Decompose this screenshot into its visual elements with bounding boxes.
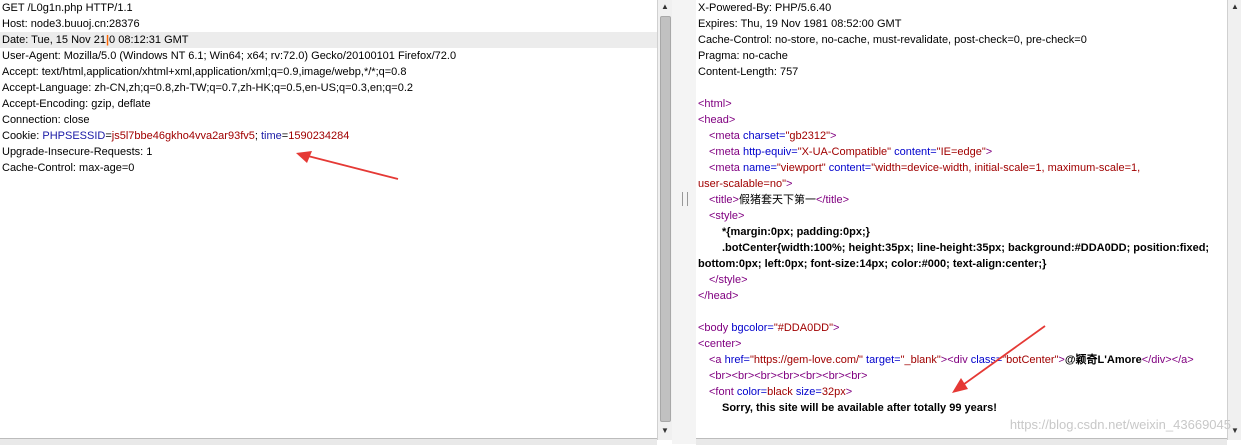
css-botcenter-rule: .botCenter{width:100%; height:35px; line… xyxy=(722,242,1210,254)
center-open-tag: <center> xyxy=(698,338,742,350)
cache-control-header[interactable]: Cache-Control: max-age=0 xyxy=(0,160,657,176)
content-length-header: Content-Length: 757 xyxy=(698,66,799,78)
head-close-tag: </head> xyxy=(698,290,739,302)
anchor-line: <a href="https://gem-love.com/" target="… xyxy=(709,354,1194,366)
x-powered-by-header: X-Powered-By: PHP/5.6.40 xyxy=(698,2,832,14)
css-botcenter-continuation: bottom:0px; left:0px; font-size:14px; co… xyxy=(698,258,1047,270)
title-line: <title>假猪套天下第一</title> xyxy=(709,194,849,206)
html-open-tag: <html> xyxy=(698,98,732,110)
cookie-name-phpsessid: PHPSESSID xyxy=(42,130,106,142)
head-open-tag: <head> xyxy=(698,114,736,126)
request-scrollbar[interactable]: ▲ ▼ xyxy=(657,0,672,440)
watermark: https://blog.csdn.net/weixin_43669045 xyxy=(1009,417,1231,432)
user-agent-header[interactable]: User-Agent: Mozilla/5.0 (Windows NT 6.1;… xyxy=(0,48,657,64)
font-open-line: <font color=black size=32px> xyxy=(709,386,853,398)
meta-viewport-continuation: user-scalable=no"> xyxy=(698,178,793,190)
meta-charset-line: <meta charset="gb2312"> xyxy=(709,130,837,142)
cookie-value-time: 1590234284 xyxy=(288,130,350,142)
date-header[interactable]: Date: Tue, 15 Nov 21|0 08:12:31 GMT xyxy=(0,32,657,48)
response-viewer[interactable]: X-Powered-By: PHP/5.6.40 Expires: Thu, 1… xyxy=(696,0,1241,444)
host-header[interactable]: Host: node3.buuoj.cn:28376 xyxy=(0,16,657,32)
accept-header[interactable]: Accept: text/html,application/xhtml+xml,… xyxy=(0,64,657,80)
css-reset-rule: *{margin:0px; padding:0px;} xyxy=(722,226,870,238)
pragma-header: Pragma: no-cache xyxy=(698,50,788,62)
expires-header: Expires: Thu, 19 Nov 1981 08:52:00 GMT xyxy=(698,18,902,30)
connection-header[interactable]: Connection: close xyxy=(0,112,657,128)
style-open-tag: <style> xyxy=(709,210,745,222)
style-close-tag: </style> xyxy=(709,274,748,286)
pane-splitter[interactable] xyxy=(672,0,696,444)
cookie-value-phpsessid: js5l7bbe46gkho4vva2ar93fv5 xyxy=(111,130,255,142)
meta-viewport-line: <meta name="viewport" content="width=dev… xyxy=(709,162,1141,174)
sorry-message: Sorry, this site will be available after… xyxy=(722,402,997,414)
cookie-name-time: time xyxy=(261,130,282,142)
br-tags: <br><br><br><br><br><br><br> xyxy=(709,370,868,382)
scroll-thumb[interactable] xyxy=(660,16,671,422)
accept-language-header[interactable]: Accept-Language: zh-CN,zh;q=0.8,zh-TW;q=… xyxy=(0,80,657,96)
scroll-up-icon[interactable]: ▲ xyxy=(1228,0,1241,14)
cookie-header[interactable]: Cookie: PHPSESSID=js5l7bbe46gkho4vva2ar9… xyxy=(0,128,657,144)
page-title: 假猪套天下第一 xyxy=(738,194,816,206)
splitter-grip-icon[interactable] xyxy=(682,192,688,206)
upgrade-insecure-header[interactable]: Upgrade-Insecure-Requests: 1 xyxy=(0,144,657,160)
meta-equiv-line: <meta http-equiv="X-UA-Compatible" conte… xyxy=(709,146,993,158)
cache-control-header: Cache-Control: no-store, no-cache, must-… xyxy=(698,34,1087,46)
response-scrollbar[interactable]: ▲ ▼ xyxy=(1227,0,1241,440)
body-open-line: <body bgcolor="#DDA0DD"> xyxy=(698,322,840,334)
request-line[interactable]: GET /L0g1n.php HTTP/1.1 xyxy=(0,0,657,16)
author-link-text: @颖奇L'Amore xyxy=(1064,354,1142,366)
accept-encoding-header[interactable]: Accept-Encoding: gzip, deflate xyxy=(0,96,657,112)
request-editor[interactable]: GET /L0g1n.php HTTP/1.1 Host: node3.buuo… xyxy=(0,0,657,444)
scroll-down-icon[interactable]: ▼ xyxy=(658,424,672,438)
scroll-up-icon[interactable]: ▲ xyxy=(658,0,672,14)
